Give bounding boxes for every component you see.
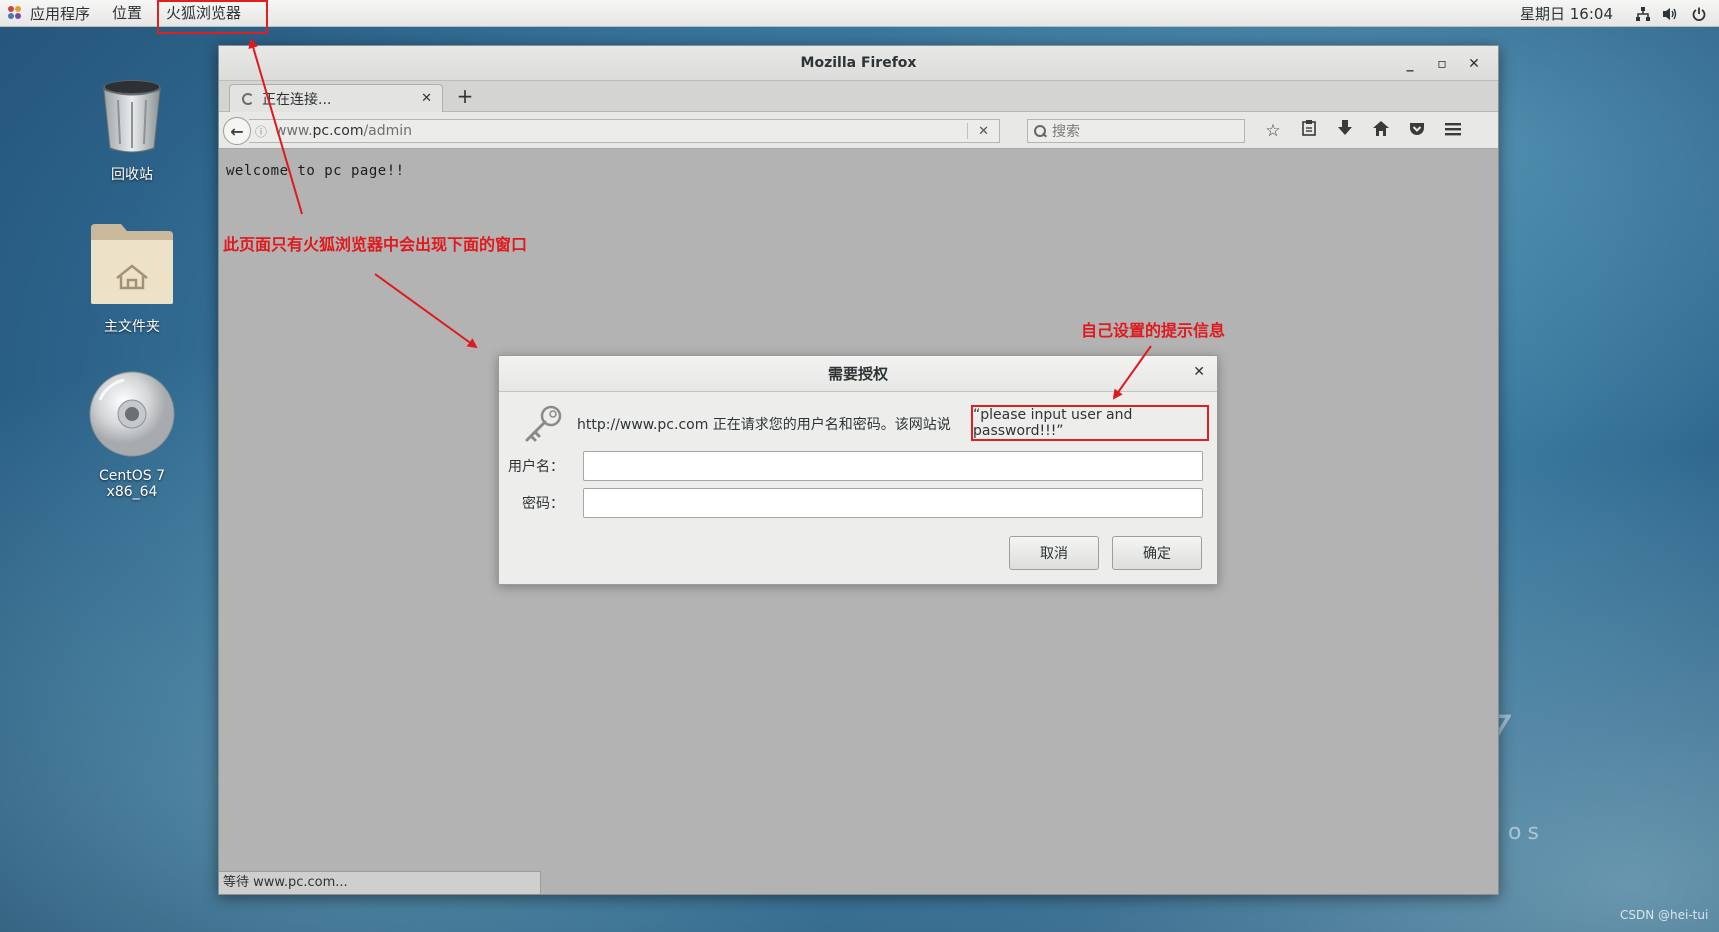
home-folder-icon (91, 224, 173, 304)
new-tab-button[interactable]: + (453, 84, 477, 108)
tab-connecting[interactable]: 正在连接... ✕ (229, 84, 443, 112)
desktop-trash[interactable]: 回收站 (72, 78, 192, 184)
desktop-centos-disc[interactable]: CentOS 7 x86_64 (72, 370, 192, 500)
wallpaper-centos-os-mark: os (1508, 820, 1545, 845)
tab-close-icon[interactable]: ✕ (421, 91, 432, 106)
volume-icon[interactable] (1663, 6, 1679, 22)
key-icon (525, 405, 562, 442)
password-input[interactable] (583, 488, 1203, 518)
dialog-title: 需要授权 (827, 365, 888, 383)
tab-strip: 正在连接... ✕ + (219, 81, 1498, 112)
back-arrow-icon: ← (230, 121, 244, 141)
url-text[interactable]: www.pc.com/admin (275, 123, 967, 139)
power-icon[interactable] (1691, 6, 1707, 22)
search-placeholder: 搜索 (1052, 124, 1080, 140)
tab-label: 正在连接... (262, 91, 332, 108)
password-label: 密码： (522, 496, 564, 512)
menu-hamburger-icon[interactable] (1435, 121, 1471, 141)
window-title: Mozilla Firefox (800, 55, 917, 71)
desktop-icon-label: 回收站 (111, 167, 153, 183)
annotation-custom-prompt: 自己设置的提示信息 (1081, 321, 1226, 340)
stop-loading-icon[interactable]: ✕ (978, 124, 989, 139)
places-menu[interactable]: 位置 (102, 0, 152, 27)
page-welcome-text: welcome to pc page!! (226, 163, 405, 179)
clock[interactable]: 星期日 16:04 (1520, 3, 1613, 24)
close-window-button[interactable]: ✕ (1458, 56, 1490, 72)
applications-menu[interactable]: 应用程序 (8, 0, 90, 27)
status-bar: 等待 www.pc.com... (219, 871, 541, 894)
cancel-button[interactable]: 取消 (1009, 536, 1099, 570)
loading-spinner-icon (242, 92, 254, 105)
desktop-home-folder[interactable]: 主文件夹 (72, 222, 192, 336)
trash-icon (103, 80, 161, 153)
ok-button[interactable]: 确定 (1112, 536, 1202, 570)
desktop-icon-label: 主文件夹 (104, 319, 160, 335)
dialog-titlebar[interactable]: 需要授权 ✕ (499, 356, 1217, 392)
url-bar[interactable]: ⓘ www.pc.com/admin ✕ (249, 119, 1000, 143)
downloads-icon[interactable] (1327, 120, 1363, 141)
back-button[interactable]: ← (223, 117, 251, 145)
search-icon (1034, 125, 1046, 137)
pocket-icon[interactable] (1399, 121, 1435, 141)
dialog-close-button[interactable]: ✕ (1193, 364, 1205, 380)
dialog-realm-text: “please input user and password!!!” (971, 405, 1209, 441)
network-icon[interactable] (1635, 6, 1651, 22)
csdn-watermark: CSDN @hei-tui (1620, 908, 1709, 922)
home-icon[interactable] (1363, 120, 1399, 141)
search-input[interactable]: 搜索 (1027, 119, 1245, 143)
bookmarks-library-icon[interactable] (1291, 120, 1327, 141)
applications-icon (8, 6, 22, 20)
site-info-icon[interactable]: ⓘ (255, 123, 275, 140)
auth-required-dialog: 需要授权 ✕ http://www.pc.com 正在请求您的用户名和密码。该网… (498, 355, 1218, 585)
bookmark-star-icon[interactable]: ☆ (1255, 121, 1291, 141)
username-input[interactable] (583, 451, 1203, 481)
navigation-toolbar: ⓘ www.pc.com/admin ✕ ← 搜索 ☆ (219, 112, 1498, 149)
active-app-highlight-box (157, 0, 268, 34)
applications-menu-label: 应用程序 (30, 4, 91, 23)
maximize-button[interactable]: ▫ (1426, 56, 1458, 72)
minimize-button[interactable]: _ (1394, 56, 1426, 72)
disc-icon (89, 371, 175, 457)
dialog-message: http://www.pc.com 正在请求您的用户名和密码。该网站说 (577, 417, 951, 433)
url-separator (967, 123, 969, 139)
window-titlebar[interactable]: Mozilla Firefox _ ▫ ✕ (219, 46, 1498, 81)
username-label: 用户名： (508, 459, 564, 475)
annotation-firefox-only: 此页面只有火狐浏览器中会出现下面的窗口 (223, 235, 528, 254)
desktop-icon-label: CentOS 7 x86_64 (98, 468, 165, 500)
